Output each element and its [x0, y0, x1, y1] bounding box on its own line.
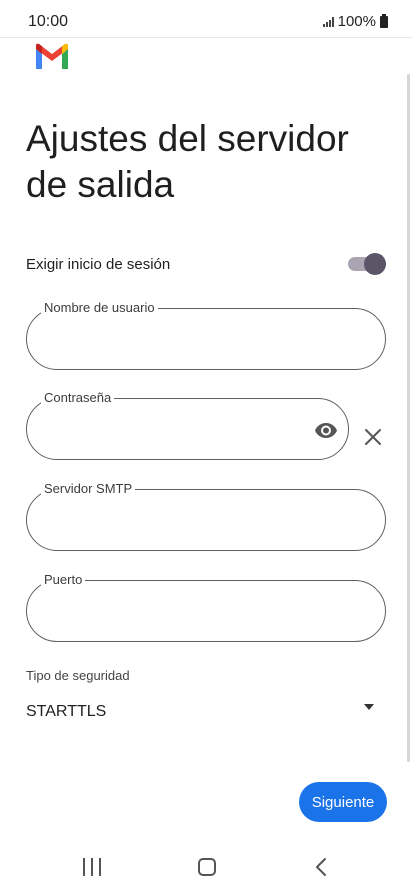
page-title: Ajustes del servidor de salida [26, 118, 349, 205]
next-button[interactable]: Siguiente [299, 782, 387, 822]
back-icon[interactable] [312, 857, 332, 877]
username-input[interactable] [45, 325, 367, 353]
username-label: Nombre de usuario [41, 300, 158, 316]
require-signin-row[interactable]: Exigir inicio de sesión [26, 250, 386, 280]
smtp-server-label: Servidor SMTP [41, 481, 136, 497]
status-bar: 10:00 100% [0, 0, 412, 38]
scrollbar[interactable] [407, 74, 410, 762]
gmail-icon [36, 43, 68, 69]
smtp-server-field[interactable]: Servidor SMTP [26, 481, 386, 551]
require-signin-toggle[interactable] [348, 253, 386, 275]
status-indicators: 100% [322, 13, 388, 30]
password-label: Contraseña [41, 390, 115, 406]
security-type-dropdown[interactable]: STARTTLS [26, 700, 378, 726]
port-field[interactable]: Puerto [26, 572, 386, 642]
home-icon[interactable] [198, 858, 216, 876]
outgoing-server-settings-screen: 10:00 100% Ajustes del servidor de salid… [0, 0, 412, 892]
smtp-server-input[interactable] [45, 506, 367, 534]
eye-icon[interactable] [314, 418, 338, 442]
system-nav-bar [0, 848, 412, 892]
username-field[interactable]: Nombre de usuario [26, 300, 386, 370]
close-icon[interactable] [363, 427, 383, 447]
battery-percent: 100% [337, 13, 376, 30]
password-input[interactable] [45, 415, 330, 443]
battery-icon [380, 13, 388, 28]
require-signin-label: Exigir inicio de sesión [26, 256, 171, 273]
security-type-value: STARTTLS [26, 703, 107, 720]
toggle-thumb [364, 253, 386, 275]
status-time: 10:00 [28, 13, 69, 30]
password-field[interactable]: Contraseña [26, 390, 349, 460]
port-label: Puerto [41, 572, 86, 588]
recents-icon[interactable] [83, 858, 101, 876]
security-type-label: Tipo de seguridad [26, 668, 130, 683]
signal-icon [322, 16, 334, 27]
port-input[interactable] [45, 597, 367, 625]
chevron-down-icon [364, 704, 374, 710]
